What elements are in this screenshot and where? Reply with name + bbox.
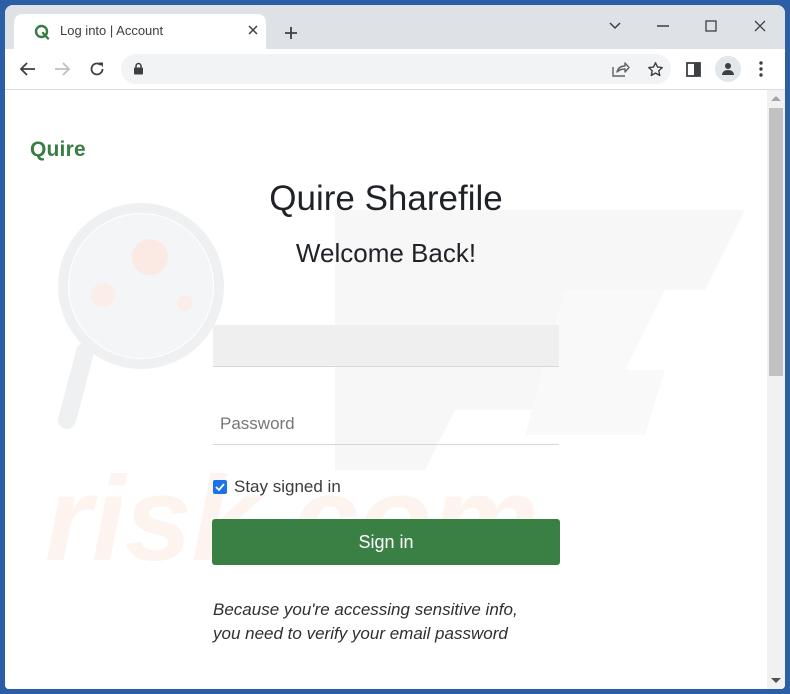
- page-content: risk.com Quire Quire Sharefile Welcome B…: [5, 90, 767, 689]
- checkmark-icon: [215, 483, 225, 491]
- menu-icon: [759, 61, 763, 77]
- note-line-1: Because you're accessing sensitive info,: [213, 600, 518, 619]
- note-line-2: you need to verify your email password: [213, 624, 508, 643]
- avatar: [715, 56, 741, 82]
- bookmark-button[interactable]: [645, 59, 665, 79]
- browser-toolbar: [5, 49, 785, 90]
- share-button[interactable]: [611, 59, 631, 79]
- minimize-button[interactable]: [648, 13, 678, 39]
- tab-search-button[interactable]: [600, 13, 630, 39]
- address-bar[interactable]: [121, 54, 671, 84]
- close-icon: [754, 20, 766, 32]
- browser-window: Log into | Account Quire Quire Sharefile…: [5, 5, 785, 689]
- forward-button[interactable]: [48, 55, 76, 83]
- password-field[interactable]: [213, 403, 559, 445]
- back-button[interactable]: [14, 55, 42, 83]
- stay-signed-in-checkbox[interactable]: [213, 480, 227, 494]
- close-icon: [248, 25, 258, 35]
- quire-q-icon: [34, 24, 50, 40]
- verification-note: Because you're accessing sensitive info,…: [213, 598, 573, 646]
- profile-icon: [722, 63, 734, 75]
- tab-title: Log into | Account: [60, 23, 164, 38]
- reload-icon: [90, 62, 104, 76]
- scroll-up-arrow-icon[interactable]: [771, 96, 781, 101]
- side-panel-icon: [685, 61, 701, 77]
- page-subtitle: Welcome Back!: [295, 238, 477, 268]
- scrollbar-thumb[interactable]: [769, 108, 783, 376]
- reload-button[interactable]: [83, 55, 111, 83]
- tab-strip: Log into | Account: [5, 5, 785, 49]
- stay-signed-in-label: Stay signed in: [234, 477, 341, 496]
- email-field[interactable]: [213, 325, 559, 367]
- forward-icon: [55, 62, 70, 76]
- browser-menu-button[interactable]: [747, 55, 775, 83]
- maximize-button[interactable]: [696, 13, 726, 39]
- side-panel-button[interactable]: [679, 55, 707, 83]
- tab-close-button[interactable]: [243, 20, 263, 40]
- stay-signed-in-option[interactable]: Stay signed in: [213, 477, 341, 497]
- plus-icon: [285, 27, 297, 39]
- sign-in-button[interactable]: Sign in: [212, 519, 560, 565]
- page-title: Quire Sharefile: [269, 179, 503, 218]
- brand-logo: Quire: [30, 138, 86, 161]
- active-tab[interactable]: Log into | Account: [14, 14, 266, 49]
- share-icon: [612, 62, 630, 77]
- vertical-scrollbar[interactable]: [767, 90, 785, 689]
- minimize-icon: [657, 25, 669, 27]
- chevron-down-icon: [609, 22, 621, 30]
- close-window-button[interactable]: [745, 13, 775, 39]
- maximize-icon: [705, 20, 717, 32]
- profile-button[interactable]: [714, 55, 742, 83]
- scroll-down-arrow-icon[interactable]: [771, 678, 781, 683]
- lock-icon[interactable]: [133, 62, 144, 75]
- star-icon: [647, 61, 663, 76]
- back-icon: [20, 62, 35, 76]
- new-tab-button[interactable]: [281, 23, 301, 43]
